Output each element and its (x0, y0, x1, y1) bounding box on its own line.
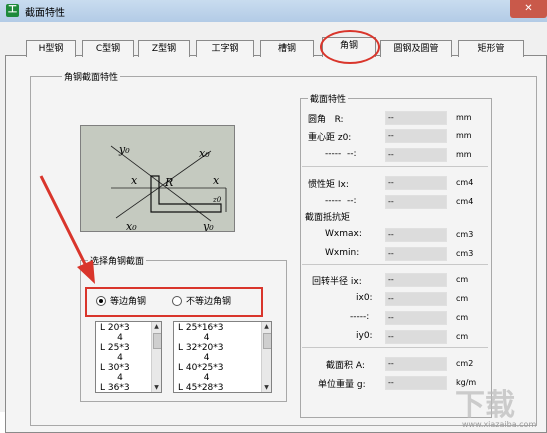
properties-group-title: 截面特性 (308, 92, 349, 105)
prop-label: -----: (350, 312, 370, 322)
prop-value-field: -- (385, 247, 447, 261)
angle-profile-shape (150, 175, 222, 213)
tab-label: 圆钢及圆管 (393, 44, 439, 54)
separator (302, 166, 488, 167)
app-icon: 工 (6, 4, 19, 17)
prop-value-field: -- (385, 273, 447, 287)
scroll-thumb[interactable] (153, 333, 161, 349)
dialog-body: H型钢 C型钢 Z型钢 工字钢 槽钢 角钢 圆钢及圆管 矩形管 角钢截面特性 y… (0, 22, 547, 433)
prop-label: iy0: (356, 331, 373, 341)
close-button[interactable]: ✕ (510, 0, 547, 18)
tab-h-steel[interactable]: H型钢 (26, 40, 76, 57)
prop-label: ----- --: (325, 149, 357, 159)
scroll-thumb[interactable] (263, 333, 271, 349)
prop-label: ix0: (356, 293, 373, 303)
window-title: 截面特性 (25, 8, 65, 19)
red-arrow-annotation (39, 175, 95, 284)
prop-unit: cm2 (456, 359, 474, 368)
prop-label: Wxmin: (325, 248, 360, 258)
prop-value-field: -- (385, 292, 447, 306)
label-y0-bottom: y₀ (202, 220, 214, 231)
prop-label: 圆角 R: (308, 115, 344, 125)
prop-unit: mm (456, 113, 472, 122)
tab-c-steel[interactable]: C型钢 (82, 40, 134, 57)
radio-circle[interactable] (96, 296, 106, 306)
tab-highlight-circle (320, 30, 380, 64)
tab-channel[interactable]: 槽钢 (260, 40, 314, 57)
prop-value-field: -- (385, 129, 447, 143)
label-z0: z0 (212, 196, 222, 204)
prop-unit: cm (456, 275, 469, 284)
prop-value-field: -- (385, 176, 447, 190)
arrow-head (77, 260, 95, 284)
title-bar: 工 截面特性 ✕ (0, 0, 547, 23)
watermark-url: www.xiazaiba.com (462, 420, 537, 429)
prop-label: Wxmax: (325, 229, 362, 239)
prop-value-field: -- (385, 330, 447, 344)
prop-unit: cm3 (456, 249, 474, 258)
radio-equal-label: 等边角钢 (110, 297, 147, 307)
equal-angle-list[interactable]: L 20*3 4 L 25*3 4 L 30*3 4 L 36*3 ▲ ▼ (95, 321, 162, 393)
list-item[interactable]: L 36*3 (100, 383, 130, 392)
prop-unit: cm (456, 332, 469, 341)
prop-label: 重心距 z0: (308, 133, 352, 143)
radio-dot (99, 299, 103, 303)
label-r: R (164, 176, 173, 189)
radio-unequal-label: 不等边角钢 (186, 297, 232, 307)
prop-unit: cm (456, 294, 469, 303)
tab-label: Z型钢 (151, 44, 177, 54)
unequal-list-scrollbar[interactable]: ▲ ▼ (261, 322, 271, 392)
prop-unit: cm3 (456, 230, 474, 239)
prop-value-field: -- (385, 228, 447, 242)
unequal-angle-list[interactable]: L 25*16*3 4 L 32*20*3 4 L 40*25*3 4 L 45… (173, 321, 272, 393)
axis-y0-line (110, 145, 212, 222)
tab-round-steel[interactable]: 圆钢及圆管 (380, 40, 452, 57)
label-y0-top: y₀ (118, 143, 130, 156)
prop-value-field: -- (385, 376, 447, 390)
separator (302, 264, 488, 265)
radio-circle[interactable] (172, 296, 182, 306)
prop-unit: cm (456, 313, 469, 322)
label-x-left: x (131, 174, 138, 187)
tab-label: C型钢 (95, 44, 121, 54)
prop-label: 单位重量 g: (318, 380, 366, 390)
tab-i-beam[interactable]: 工字钢 (196, 40, 254, 57)
watermark-logo: 下载 (455, 388, 515, 423)
prop-label: 截面积 A: (326, 361, 365, 371)
tab-label: H型钢 (38, 44, 64, 54)
prop-unit: cm4 (456, 178, 474, 187)
label-x0-bottom: x₀ (126, 220, 137, 231)
tab-z-steel[interactable]: Z型钢 (138, 40, 190, 57)
prop-unit: mm (456, 150, 472, 159)
equal-list-scrollbar[interactable]: ▲ ▼ (151, 322, 161, 392)
tab-label: 槽钢 (277, 44, 296, 54)
modulus-title: 截面抵抗矩 (305, 213, 351, 223)
label-x0-top: x₀ (199, 147, 210, 160)
arrow-shaft (39, 175, 89, 269)
prop-value-field: -- (385, 357, 447, 371)
list-item[interactable]: L 45*28*3 (178, 383, 224, 392)
scroll-up-icon[interactable]: ▲ (262, 322, 271, 331)
close-icon: ✕ (524, 3, 533, 14)
scroll-down-icon[interactable]: ▼ (262, 383, 271, 392)
angle-section-group-title: 角钢截面特性 (62, 70, 121, 83)
scroll-up-icon[interactable]: ▲ (152, 322, 161, 331)
separator (302, 347, 488, 348)
tab-label: 矩形管 (477, 44, 505, 54)
prop-value-field: -- (385, 148, 447, 162)
tab-rect-tube[interactable]: 矩形管 (458, 40, 524, 57)
prop-value-field: -- (385, 311, 447, 325)
prop-label: ----- --: (325, 196, 357, 206)
prop-unit: cm4 (456, 197, 474, 206)
prop-value-field: -- (385, 195, 447, 209)
prop-label: 惯性矩 Ix: (308, 180, 349, 190)
prop-value-field: -- (385, 111, 447, 125)
label-x-right: x (213, 174, 220, 187)
tab-label: 工字钢 (211, 44, 239, 54)
prop-label: 回转半径 ix: (312, 277, 362, 287)
prop-unit: mm (456, 131, 472, 140)
scroll-down-icon[interactable]: ▼ (152, 383, 161, 392)
